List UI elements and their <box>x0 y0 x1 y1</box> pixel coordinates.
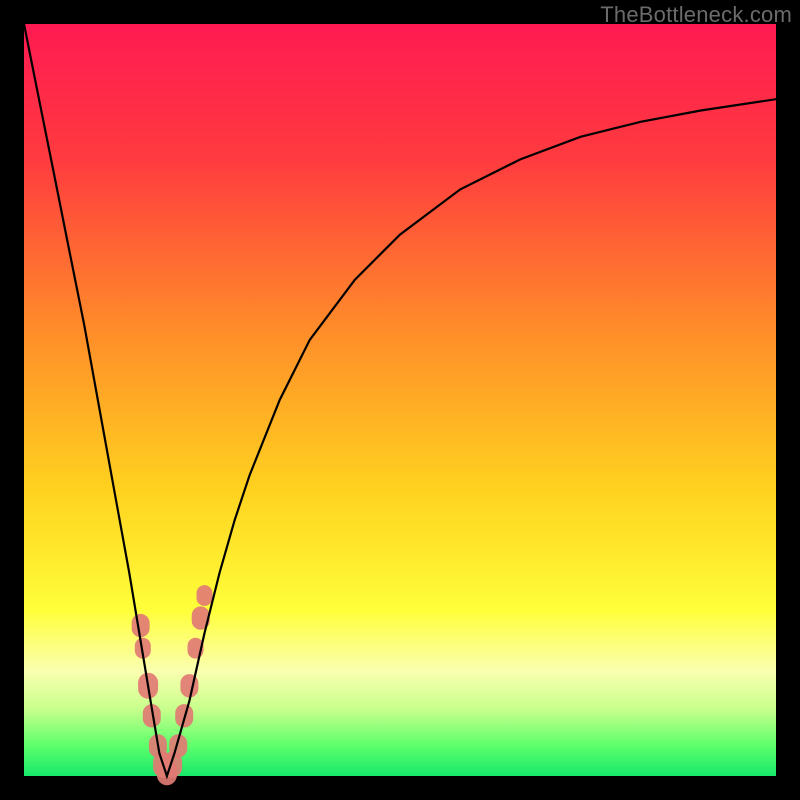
watermark-text: TheBottleneck.com <box>600 2 792 28</box>
chart-frame: TheBottleneck.com <box>0 0 800 800</box>
curve-layer <box>24 24 776 776</box>
marker-point <box>197 585 213 606</box>
plot-area <box>24 24 776 776</box>
marker-point <box>180 674 198 697</box>
bottleneck-curve <box>24 24 776 776</box>
marker-group <box>132 585 213 785</box>
marker-point <box>132 614 150 637</box>
